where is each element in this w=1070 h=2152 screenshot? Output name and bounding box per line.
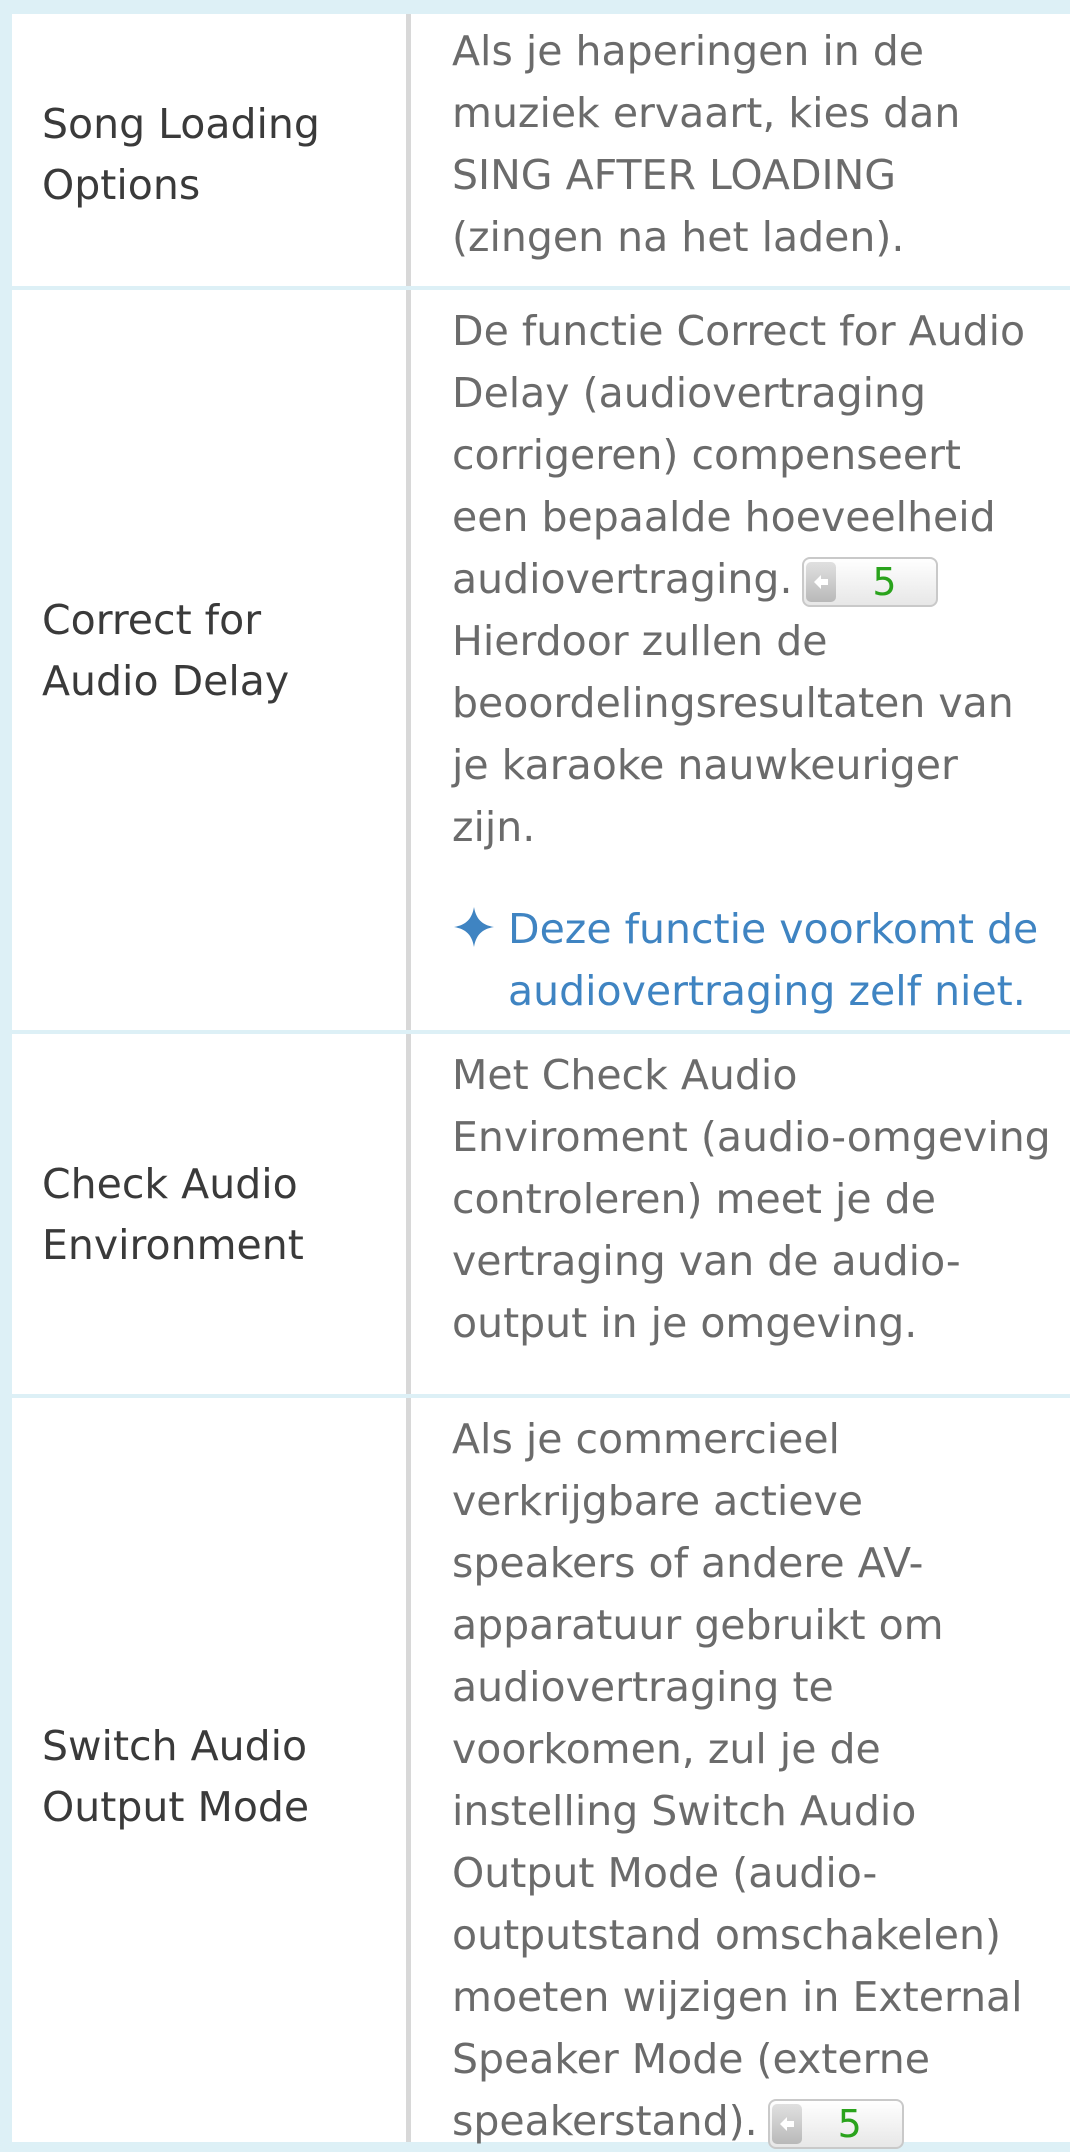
- setting-description-part-1: De functie Correct for Audio Delay (audi…: [452, 307, 1026, 603]
- table-row-switch-audio-output-mode: Switch Audio Output Mode Als je commerci…: [12, 1398, 1070, 2149]
- setting-label: Check Audio Environment: [42, 1160, 304, 1269]
- note-callout: Deze functie voorkomt de audiovertraging…: [452, 898, 1070, 1022]
- setting-description-part-2: Hierdoor zullen de beoordelingsresultate…: [452, 617, 1014, 851]
- settings-table: Song Loading Options Als je haperingen i…: [12, 14, 1070, 2149]
- page-reference-arrow-icon: [771, 2104, 802, 2144]
- column-divider: [406, 290, 411, 1030]
- setting-description: Als je commercieel verkrijgbare actieve …: [452, 1408, 1070, 2152]
- page-reference-button[interactable]: 5: [802, 557, 939, 607]
- note-text: Deze functie voorkomt de audiovertraging…: [508, 905, 1039, 1015]
- page-reference-arrow-icon: [806, 562, 837, 602]
- table-row-correct-for-audio-delay: Correct for Audio Delay De functie Corre…: [12, 290, 1070, 1034]
- setting-description: Met Check Audio Enviroment (audio-omgevi…: [452, 1051, 1051, 1347]
- diamond-bullet-icon: [452, 898, 508, 1022]
- table-row-check-audio-environment: Check Audio Environment Met Check Audio …: [12, 1034, 1070, 1398]
- setting-label: Song Loading Options: [42, 100, 320, 209]
- page-reference-number: 5: [872, 560, 897, 604]
- column-divider: [406, 1398, 411, 2142]
- table-row-song-loading-options: Song Loading Options Als je haperingen i…: [12, 14, 1070, 290]
- column-divider: [406, 1034, 411, 1394]
- page-reference-number: 5: [837, 2102, 862, 2146]
- setting-description: Als je haperingen in de muziek ervaart, …: [452, 27, 961, 261]
- setting-description-text: Als je commercieel verkrijgbare actieve …: [452, 1415, 1023, 2145]
- setting-label: Correct for Audio Delay: [42, 596, 290, 705]
- setting-label: Switch Audio Output Mode: [42, 1722, 310, 1831]
- setting-description: De functie Correct for Audio Delay (audi…: [452, 300, 1070, 858]
- column-divider: [406, 14, 411, 286]
